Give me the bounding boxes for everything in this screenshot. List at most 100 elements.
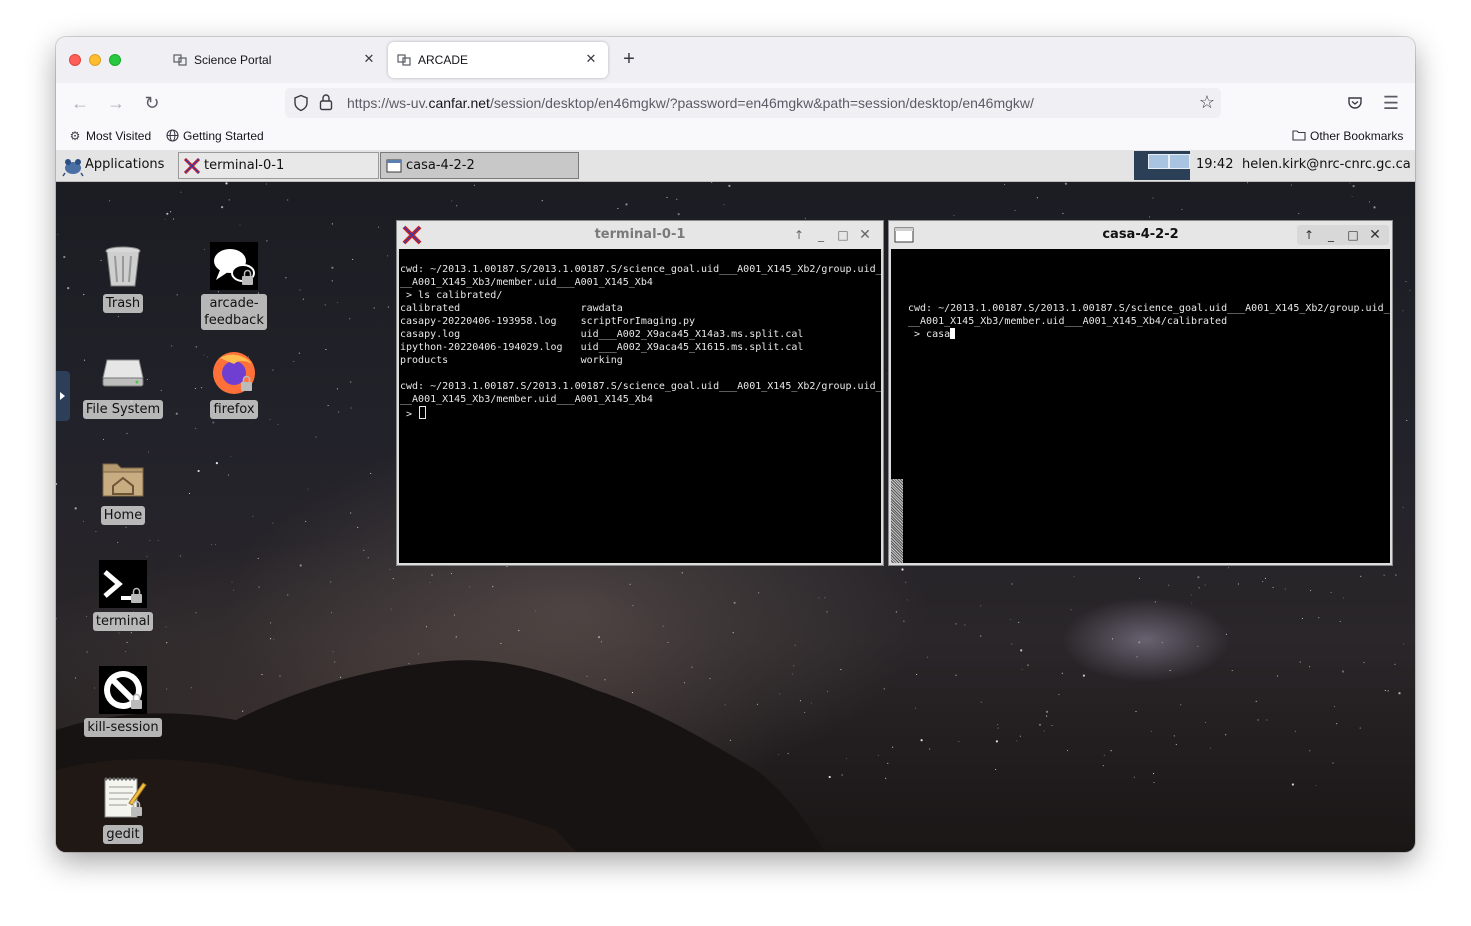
url-text: https://ws-uv.canfar.net/session/desktop… xyxy=(347,95,1034,111)
window-titlebar[interactable]: casa-4-2-2 ↑ _ □ ✕ xyxy=(889,221,1392,249)
gear-icon: ⚙ xyxy=(69,129,81,143)
icon-label-text: firefox xyxy=(210,400,258,419)
terminal-line: __A001_X145_Xb3/member.uid___A001_X145_X… xyxy=(908,316,1228,327)
desktop-icon-file-system[interactable]: File System xyxy=(81,348,165,424)
desktop-icon-home[interactable]: Home xyxy=(81,454,165,530)
icon-label-text: Home xyxy=(100,506,146,525)
casa-terminal-output[interactable]: cwd: ~/2013.1.00187.S/2013.1.00187.S/sci… xyxy=(891,249,1390,563)
pocket-icon[interactable] xyxy=(1343,91,1367,115)
zoom-window-button[interactable] xyxy=(109,54,121,66)
bookmark-getting-started[interactable]: Getting Started xyxy=(165,129,264,143)
icon-label-text: terminal xyxy=(92,612,154,631)
desktop-icon-gedit[interactable]: gedit xyxy=(81,773,165,849)
icon-label: Trash xyxy=(81,294,165,313)
expand-arrow-icon xyxy=(60,392,65,400)
novnc-control-bar-handle[interactable] xyxy=(56,371,70,421)
network-icon xyxy=(173,53,187,67)
chat-bubbles-icon xyxy=(210,242,258,290)
bookmark-label: Most Visited xyxy=(86,129,152,143)
back-arrow-icon[interactable]: ← xyxy=(68,91,92,115)
text-cursor xyxy=(950,328,956,339)
terminal-line: products working xyxy=(400,355,623,366)
terminal-line: > ls calibrated/ xyxy=(400,290,503,301)
other-bookmarks[interactable]: Other Bookmarks xyxy=(1292,129,1403,143)
tab-science-portal[interactable]: Science Portal ✕ xyxy=(164,42,386,78)
text-cursor xyxy=(419,406,427,419)
casa-window[interactable]: casa-4-2-2 ↑ _ □ ✕ cwd: ~/2013.1.00187.S… xyxy=(888,220,1393,566)
icon-label-text: File System xyxy=(82,400,164,419)
terminal-icon xyxy=(99,560,147,608)
desktop-icon-arcade-feedback[interactable]: arcade- feedback xyxy=(192,242,276,346)
desktop-icon-terminal[interactable]: terminal xyxy=(81,560,165,636)
prompt-text: > xyxy=(400,409,419,420)
bookmark-star-icon[interactable]: ☆ xyxy=(1199,92,1215,112)
minimize-icon[interactable]: _ xyxy=(1321,225,1341,245)
forward-arrow-icon[interactable]: → xyxy=(104,91,128,115)
panel-clock[interactable]: 19:42 xyxy=(1196,157,1233,173)
desktop-icon-kill-session[interactable]: kill-session xyxy=(81,666,165,742)
lock-icon[interactable] xyxy=(319,93,333,111)
new-tab-button[interactable]: + xyxy=(618,49,640,71)
icon-label: terminal xyxy=(81,612,165,631)
terminal-line: casapy.log uid___A002_X9aca45_X14a3.ms.s… xyxy=(400,329,804,340)
url-host: canfar.net xyxy=(428,95,490,111)
terminal-line: __A001_X145_Xb3/member.uid___A001_X145_X… xyxy=(400,394,653,405)
tab-arcade[interactable]: ARCADE ✕ xyxy=(388,42,608,78)
browser-window: Science Portal ✕ ARCADE ✕ + ← → ↻ https:… xyxy=(56,37,1415,852)
task-label: terminal-0-1 xyxy=(204,158,285,173)
terminal-window[interactable]: terminal-0-1 ↑ _ □ ✕ cwd: ~/2013.1.00187… xyxy=(396,220,884,566)
minimize-icon[interactable]: _ xyxy=(811,225,831,245)
folder-icon xyxy=(1292,129,1306,143)
shade-icon[interactable]: ↑ xyxy=(1299,225,1319,245)
terminal-line: casapy-20220406-193958.log scriptForImag… xyxy=(400,316,696,327)
terminal-prompt: > xyxy=(400,406,881,420)
tab-label: Science Portal xyxy=(194,53,272,67)
prohibit-icon xyxy=(99,666,147,714)
close-icon[interactable]: ✕ xyxy=(1365,225,1385,245)
taskbar-terminal-0-1[interactable]: terminal-0-1 xyxy=(178,152,379,179)
icon-label-text: Trash xyxy=(102,294,144,313)
maximize-icon[interactable]: □ xyxy=(1343,225,1363,245)
close-icon[interactable]: ✕ xyxy=(855,225,875,245)
bookmark-label: Getting Started xyxy=(183,129,264,143)
panel-user[interactable]: helen.kirk@nrc-cnrc.gc.ca xyxy=(1242,157,1411,173)
bookmarks-toolbar: ⚙ Most Visited Getting Started Other Book… xyxy=(56,123,1415,150)
terminal-line: __A001_X145_Xb3/member.uid___A001_X145_X… xyxy=(400,277,653,288)
icon-label: kill-session xyxy=(81,718,165,737)
close-tab-icon[interactable]: ✕ xyxy=(583,51,599,67)
close-window-button[interactable] xyxy=(69,54,81,66)
icon-label: File System xyxy=(81,400,165,419)
close-tab-icon[interactable]: ✕ xyxy=(361,51,377,67)
hard-drive-icon xyxy=(99,348,147,396)
desktop-icon-firefox[interactable]: firefox xyxy=(192,348,276,424)
reload-icon[interactable]: ↻ xyxy=(140,91,164,115)
prompt-text: > casa xyxy=(908,329,951,340)
remote-desktop[interactable]: Applications terminal-0-1 casa-4-2-2 19:… xyxy=(56,150,1415,852)
address-bar[interactable]: https://ws-uv.canfar.net/session/desktop… xyxy=(285,88,1221,118)
applications-label: Applications xyxy=(85,157,165,172)
terminal-line: cwd: ~/2013.1.00187.S/2013.1.00187.S/sci… xyxy=(908,303,1390,314)
icon-label: arcade- feedback xyxy=(192,294,276,330)
xfce-mouse-icon xyxy=(62,155,84,177)
workspace-1[interactable] xyxy=(1148,154,1169,169)
task-label: casa-4-2-2 xyxy=(406,158,475,173)
firefox-icon xyxy=(210,348,258,396)
terminal-line: cwd: ~/2013.1.00187.S/2013.1.00187.S/sci… xyxy=(400,264,881,275)
hamburger-menu-icon[interactable]: ☰ xyxy=(1379,91,1403,115)
terminal-output[interactable]: cwd: ~/2013.1.00187.S/2013.1.00187.S/sci… xyxy=(399,249,881,563)
shade-icon[interactable]: ↑ xyxy=(789,225,809,245)
workspace-2[interactable] xyxy=(1169,154,1190,169)
terminal-prompt: > casa xyxy=(908,328,1390,341)
minimize-window-button[interactable] xyxy=(89,54,101,66)
window-buttons: ↑ _ □ ✕ xyxy=(1297,225,1389,245)
window-titlebar[interactable]: terminal-0-1 ↑ _ □ ✕ xyxy=(397,221,883,249)
icon-label: Home xyxy=(81,506,165,525)
taskbar-casa-4-2-2[interactable]: casa-4-2-2 xyxy=(380,152,579,179)
terminal-scrollbar[interactable] xyxy=(891,479,903,563)
bookmark-most-visited[interactable]: ⚙ Most Visited xyxy=(68,129,152,143)
navigation-toolbar: ← → ↻ https://ws-uv.canfar.net/session/d… xyxy=(56,83,1415,123)
desktop-icon-trash[interactable]: Trash xyxy=(81,242,165,322)
shield-icon[interactable] xyxy=(292,94,310,112)
workspace-switcher[interactable] xyxy=(1134,151,1190,180)
maximize-icon[interactable]: □ xyxy=(833,225,853,245)
